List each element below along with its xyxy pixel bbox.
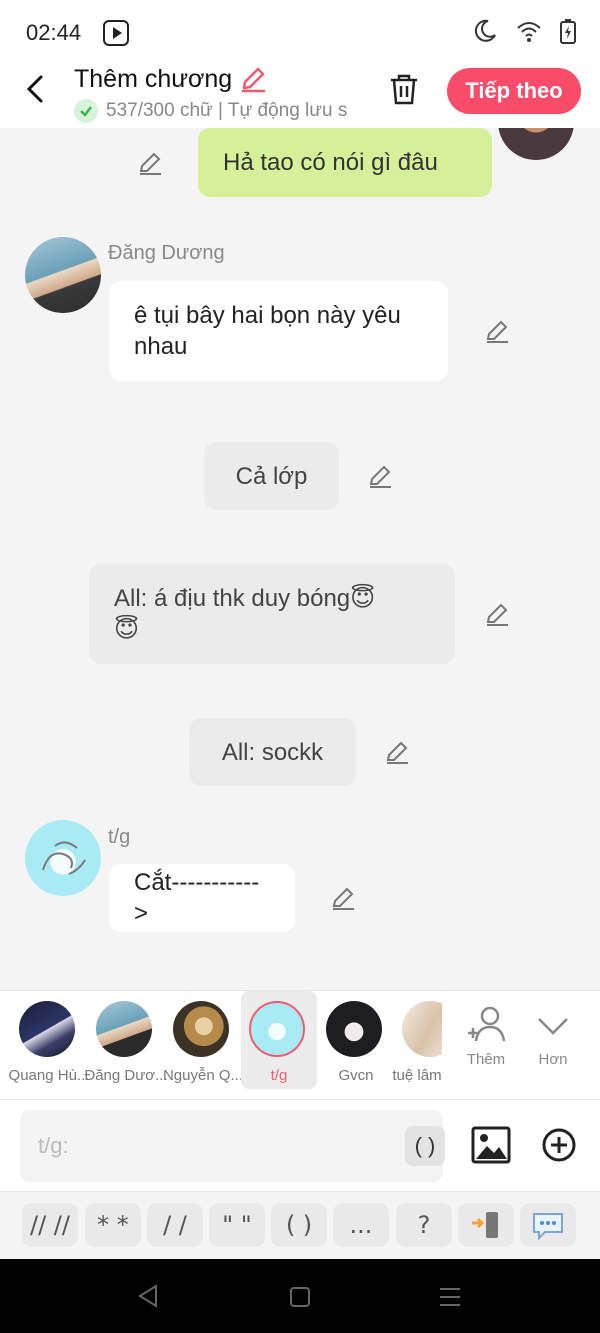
next-button[interactable]: Tiếp theo bbox=[447, 68, 581, 114]
edit-icon[interactable] bbox=[137, 150, 163, 176]
message-bubble[interactable]: Cắt-----------> bbox=[109, 864, 295, 932]
add-character-label: Thêm bbox=[466, 1051, 506, 1068]
chat-area: Hả tao có nói gì đâu Đăng Dương ê tụi bâ… bbox=[0, 128, 600, 990]
character-name: Nguyễn Q... bbox=[162, 1067, 244, 1084]
avatar[interactable] bbox=[25, 237, 101, 313]
avatar[interactable] bbox=[498, 128, 574, 160]
add-character-button[interactable]: Thêm bbox=[456, 1003, 516, 1068]
more-label: Hơn bbox=[538, 1051, 568, 1068]
nav-menu-icon[interactable] bbox=[439, 1286, 461, 1308]
symbol-button[interactable]: / / bbox=[147, 1203, 203, 1247]
symbol-button[interactable]: " " bbox=[209, 1203, 265, 1247]
narration-bubble[interactable]: All: sockk bbox=[189, 718, 356, 786]
message-input-box: ( ) bbox=[20, 1110, 445, 1182]
message-input[interactable] bbox=[38, 1130, 378, 1162]
character-avatar bbox=[173, 1001, 229, 1057]
add-person-icon bbox=[468, 1006, 506, 1042]
character-item[interactable]: tuệ lâm bbox=[386, 991, 442, 1089]
input-bar: ( ) bbox=[0, 1099, 600, 1191]
character-name: tuệ lâm bbox=[392, 1067, 442, 1084]
symbol-button[interactable]: ( ) bbox=[271, 1203, 327, 1247]
character-item-selected[interactable]: t/g bbox=[241, 991, 317, 1089]
switch-device-icon bbox=[472, 1212, 498, 1238]
status-time: 02:44 bbox=[26, 20, 82, 45]
message-text-line: 😇 bbox=[114, 616, 140, 643]
character-item[interactable]: Nguyễn Q... bbox=[163, 991, 243, 1089]
moon-icon bbox=[474, 19, 496, 42]
message-text-line: ê tụi bây hai bọn này yêu bbox=[134, 302, 401, 329]
character-item[interactable]: Đăng Dươ... bbox=[84, 991, 168, 1089]
character-avatar bbox=[326, 1001, 382, 1057]
character-item[interactable]: Quang Hù... bbox=[9, 991, 89, 1089]
sender-name: Đăng Dương bbox=[108, 242, 225, 264]
page-title: Thêm chương bbox=[74, 64, 233, 93]
symbol-button[interactable]: ... bbox=[333, 1203, 389, 1247]
back-arrow-icon[interactable] bbox=[22, 74, 52, 104]
character-item[interactable]: Gvcn bbox=[318, 991, 394, 1089]
battery-icon bbox=[560, 19, 576, 44]
more-button[interactable]: Hơn bbox=[523, 1003, 583, 1068]
message-bubble[interactable]: ê tụi bây hai bọn này yêu nhau bbox=[109, 281, 448, 381]
symbol-button[interactable]: // // bbox=[22, 1203, 78, 1247]
trash-icon[interactable] bbox=[387, 72, 421, 106]
character-picker: Quang Hù... Đăng Dươ... Nguyễn Q... t/g … bbox=[0, 990, 600, 1099]
message-text: All: sockk bbox=[221, 738, 324, 766]
message-text-line: All: á địu thk duy bóng😇 bbox=[114, 585, 376, 612]
switch-device-button[interactable] bbox=[458, 1203, 514, 1247]
parenthesis-button[interactable]: ( ) bbox=[405, 1126, 445, 1166]
chat-bubble-icon bbox=[533, 1213, 563, 1240]
image-icon[interactable] bbox=[471, 1126, 511, 1164]
edit-icon[interactable] bbox=[484, 601, 510, 627]
chevron-down-icon bbox=[538, 1018, 568, 1035]
narration-bubble[interactable]: All: á địu thk duy bóng😇 😇 bbox=[89, 564, 455, 664]
message-bubble[interactable]: Hả tao có nói gì đâu bbox=[198, 128, 492, 197]
edit-icon[interactable] bbox=[330, 885, 356, 911]
chat-bubble-button[interactable] bbox=[520, 1203, 576, 1247]
message-text: Cắt-----------> bbox=[134, 869, 260, 927]
character-name: Quang Hù... bbox=[8, 1067, 90, 1084]
character-avatar bbox=[249, 1001, 305, 1057]
nav-back-icon[interactable] bbox=[137, 1284, 159, 1308]
sender-name: t/g bbox=[108, 826, 131, 848]
wifi-icon bbox=[517, 22, 541, 42]
edit-icon[interactable] bbox=[484, 318, 510, 344]
add-circle-icon[interactable] bbox=[541, 1127, 577, 1163]
system-nav-bar bbox=[0, 1259, 600, 1333]
status-bar: 02:44 bbox=[0, 0, 600, 62]
word-count-text: 537/300 chữ | Tự động lưu s bbox=[106, 100, 348, 121]
save-status: 537/300 chữ | Tự động lưu s bbox=[74, 98, 362, 124]
symbol-row: // // * * / / " " ( ) ... ? bbox=[0, 1191, 600, 1259]
symbol-button[interactable]: * * bbox=[85, 1203, 141, 1247]
page-title-row: Thêm chương bbox=[74, 64, 268, 94]
narration-bubble[interactable]: Cả lớp bbox=[204, 442, 339, 510]
character-avatar bbox=[402, 1001, 442, 1057]
character-avatar bbox=[19, 1001, 75, 1057]
question-button[interactable]: ? bbox=[396, 1203, 452, 1247]
character-avatar bbox=[96, 1001, 152, 1057]
edit-icon[interactable] bbox=[384, 739, 410, 765]
nav-home-icon[interactable] bbox=[289, 1286, 311, 1308]
app-notification-icon bbox=[103, 20, 129, 46]
editor-header: Thêm chương 537/300 chữ | Tự động lưu s … bbox=[0, 62, 600, 128]
character-name: Đăng Dươ... bbox=[84, 1067, 168, 1084]
check-icon bbox=[74, 99, 98, 123]
message-text: Hả tao có nói gì đâu bbox=[223, 149, 438, 176]
edit-icon[interactable] bbox=[367, 463, 393, 489]
hand-drawing bbox=[42, 841, 86, 875]
character-name: t/g bbox=[270, 1067, 288, 1084]
message-text-line: nhau bbox=[134, 333, 188, 360]
avatar[interactable] bbox=[25, 820, 101, 896]
edit-title-icon[interactable] bbox=[238, 64, 268, 94]
message-text: Cả lớp bbox=[235, 462, 308, 490]
